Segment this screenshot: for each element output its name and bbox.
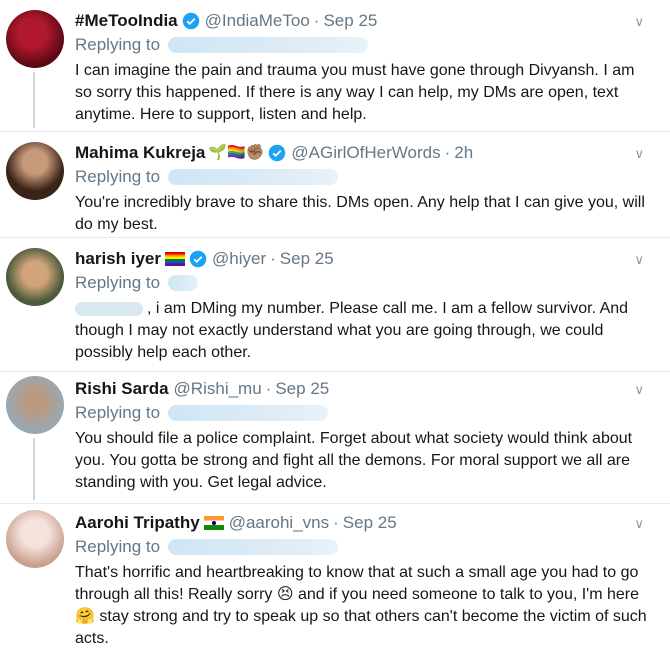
display-name[interactable]: Aarohi Tripathy (75, 512, 200, 534)
replying-to: Replying to (75, 536, 652, 558)
replying-to-label: Replying to (75, 403, 161, 422)
display-name[interactable]: #MeTooIndia (75, 10, 178, 32)
timestamp[interactable]: 2h (454, 142, 473, 164)
rainbow-flag-icon (165, 252, 185, 266)
redacted-handle (168, 169, 339, 185)
reply-feed: #MeTooIndia @IndiaMeToo · Sep 25 ∨ Reply… (0, 0, 670, 648)
replying-to-label: Replying to (75, 273, 161, 292)
name-emojis: 🌱🏳️‍🌈✊🏽 (208, 144, 265, 161)
user-handle[interactable]: @IndiaMeToo (205, 10, 310, 32)
avatar[interactable] (6, 10, 64, 68)
redacted-handle (168, 405, 329, 421)
redacted-handle (168, 275, 199, 291)
user-handle[interactable]: @aarohi_vns (229, 512, 329, 534)
replying-to-label: Replying to (75, 537, 161, 556)
replying-to-label: Replying to (75, 167, 161, 186)
avatar[interactable] (6, 142, 64, 200)
replying-to: Replying to (75, 272, 652, 294)
timestamp[interactable]: Sep 25 (323, 10, 377, 32)
thread-line (33, 72, 35, 128)
timestamp[interactable]: Sep 25 (343, 512, 397, 534)
tweet[interactable]: harish iyer @hiyer · Sep 25 ∨ Replying t… (0, 238, 670, 372)
timestamp[interactable]: Sep 25 (280, 248, 334, 270)
user-handle[interactable]: @AGirlOfHerWords (291, 142, 440, 164)
india-flag-icon (203, 516, 224, 530)
tweet-text: That's horrific and heartbreaking to kno… (75, 564, 647, 647)
replying-to: Replying to (75, 34, 652, 56)
tweet-text: , i am DMing my number. Please call me. … (75, 300, 629, 361)
display-name[interactable]: Mahima Kukreja (75, 142, 205, 164)
replying-to: Replying to (75, 402, 652, 424)
redacted-handle (168, 37, 369, 53)
tweet-text: You're incredibly brave to share this. D… (75, 194, 645, 233)
chevron-down-icon[interactable]: ∨ (634, 146, 644, 162)
redacted-handle (168, 539, 339, 555)
tweet-text: You should file a police complaint. Forg… (75, 430, 633, 491)
separator-dot: · (265, 379, 272, 398)
chevron-down-icon[interactable]: ∨ (634, 252, 644, 268)
tweet[interactable]: #MeTooIndia @IndiaMeToo · Sep 25 ∨ Reply… (0, 0, 670, 132)
verified-badge-icon (189, 250, 207, 268)
separator-dot: · (313, 11, 320, 30)
tweet-text: I can imagine the pain and trauma you mu… (75, 62, 635, 123)
timestamp[interactable]: Sep 25 (275, 378, 329, 400)
user-handle[interactable]: @hiyer (212, 248, 266, 270)
thread-line (33, 438, 35, 500)
avatar[interactable] (6, 248, 64, 306)
tweet[interactable]: Aarohi Tripathy @aarohi_vns · Sep 25 ∨ R… (0, 504, 670, 648)
display-name[interactable]: harish iyer (75, 248, 161, 270)
verified-badge-icon (269, 144, 286, 162)
display-name[interactable]: Rishi Sarda (75, 378, 169, 400)
redacted-mention (75, 301, 143, 316)
replying-to-label: Replying to (75, 35, 161, 54)
separator-dot: · (270, 249, 276, 268)
separator-dot: · (333, 513, 339, 532)
verified-badge-icon (182, 12, 199, 30)
user-handle[interactable]: @Rishi_mu (174, 378, 262, 400)
chevron-down-icon[interactable]: ∨ (634, 382, 644, 398)
avatar[interactable] (6, 510, 64, 568)
replying-to: Replying to (75, 166, 652, 188)
avatar[interactable] (6, 376, 64, 434)
tweet-text-wrap: , i am DMing my number. Please call me. … (75, 298, 652, 364)
chevron-down-icon[interactable]: ∨ (634, 14, 644, 30)
tweet[interactable]: Mahima Kukreja 🌱🏳️‍🌈✊🏽 @AGirlOfHerWords … (0, 132, 670, 238)
chevron-down-icon[interactable]: ∨ (634, 516, 644, 532)
separator-dot: · (444, 143, 451, 162)
tweet[interactable]: Rishi Sarda @Rishi_mu · Sep 25 ∨ Replyin… (0, 372, 670, 504)
